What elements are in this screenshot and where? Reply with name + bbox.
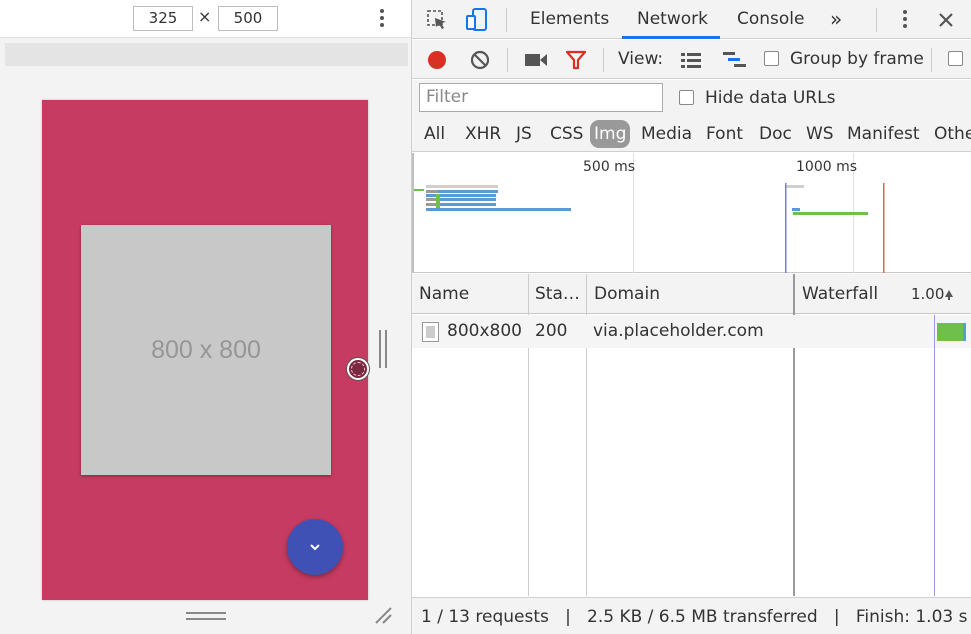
- placeholder-image-label: 800 x 800: [151, 335, 261, 364]
- type-filter-all[interactable]: All: [421, 120, 448, 148]
- filter-bar: Filter Hide data URLs All XHR JS CSS Img…: [412, 80, 971, 152]
- settings-menu-icon[interactable]: [897, 7, 913, 31]
- network-overview[interactable]: 500 ms 1000 ms: [412, 153, 971, 273]
- device-viewport[interactable]: 800 x 800: [42, 100, 368, 600]
- device-width-input[interactable]: 325: [133, 6, 193, 31]
- image-file-icon: [422, 322, 439, 342]
- media-query-bar[interactable]: [5, 43, 408, 66]
- resize-handle-bottom[interactable]: [186, 612, 226, 622]
- row-name: 800x800: [447, 321, 522, 341]
- device-height-input[interactable]: 500: [218, 6, 278, 31]
- more-tabs-icon[interactable]: »: [830, 0, 842, 39]
- separator: [931, 48, 932, 72]
- type-filter-manifest[interactable]: Manifest: [844, 120, 923, 148]
- tab-elements[interactable]: Elements: [530, 0, 609, 39]
- filter-icon[interactable]: [565, 49, 587, 71]
- list-view-icon[interactable]: [680, 50, 702, 70]
- fab-button[interactable]: [287, 519, 343, 575]
- separator: [603, 48, 604, 72]
- waterfall-scale-label: 1.00: [911, 285, 945, 303]
- waterfall-view-icon[interactable]: [722, 50, 748, 70]
- type-filter-font[interactable]: Font: [703, 120, 746, 148]
- record-icon[interactable]: [426, 49, 448, 71]
- separator: [506, 8, 507, 32]
- dimension-separator: ×: [198, 7, 212, 26]
- row-domain: via.placeholder.com: [593, 321, 764, 341]
- device-toolbar: 325 × 500: [0, 0, 411, 38]
- dom-content-loaded-line: [934, 315, 935, 596]
- table-row[interactable]: 800x800 200 via.placeholder.com: [412, 315, 971, 348]
- filter-input[interactable]: Filter: [419, 83, 663, 112]
- type-filter-img[interactable]: Img: [590, 120, 631, 148]
- type-filter-xhr[interactable]: XHR: [462, 120, 504, 148]
- column-header-waterfall[interactable]: Waterfall: [802, 274, 878, 314]
- table-header: Name Sta… Domain Waterfall 1.00: [412, 274, 971, 314]
- type-filter-ws[interactable]: WS: [803, 120, 837, 148]
- hide-data-urls-checkbox[interactable]: [679, 90, 694, 105]
- separator: [507, 48, 508, 72]
- placeholder-image: 800 x 800: [81, 225, 331, 475]
- touch-cursor-icon: [347, 358, 369, 380]
- tab-console[interactable]: Console: [737, 0, 805, 39]
- resize-handle-right[interactable]: [379, 330, 389, 370]
- group-by-frame-label: Group by frame: [790, 49, 924, 69]
- more-vertical-icon[interactable]: [374, 6, 390, 32]
- column-header-domain[interactable]: Domain: [594, 274, 660, 314]
- group-by-frame-checkbox[interactable]: [764, 51, 779, 66]
- chevron-down-icon: [310, 544, 320, 551]
- network-toolbar: View: Group by frame: [412, 40, 971, 79]
- type-filter-other[interactable]: Othe: [931, 120, 971, 148]
- sort-up-icon[interactable]: [944, 289, 954, 301]
- type-filter-js[interactable]: JS: [513, 120, 535, 148]
- devtools-tab-bar: Elements Network Console »: [412, 0, 971, 39]
- column-header-status[interactable]: Sta…: [535, 274, 580, 314]
- type-filter-doc[interactable]: Doc: [756, 120, 795, 148]
- row-status: 200: [535, 321, 568, 341]
- separator: [876, 8, 877, 32]
- tab-network[interactable]: Network: [637, 0, 708, 39]
- active-tab-indicator: [622, 36, 720, 39]
- overview-timeline: [412, 153, 885, 273]
- requests-table: Name Sta… Domain Waterfall 1.00 800x800 …: [412, 274, 971, 596]
- column-header-name[interactable]: Name: [419, 274, 469, 314]
- waterfall-bar: [937, 323, 966, 341]
- type-filter-css[interactable]: CSS: [547, 120, 586, 148]
- camera-icon[interactable]: [524, 50, 548, 70]
- close-icon[interactable]: [936, 10, 956, 30]
- devtools-panel: Elements Network Console » View: Group b…: [411, 0, 971, 634]
- type-filter-media[interactable]: Media: [638, 120, 695, 148]
- clear-icon[interactable]: [469, 49, 491, 71]
- view-label: View:: [618, 49, 664, 69]
- inspect-element-icon[interactable]: [426, 9, 448, 31]
- hide-data-urls-label: Hide data URLs: [705, 88, 836, 108]
- status-bar: 1 / 13 requests | 2.5 KB / 6.5 MB transf…: [412, 597, 971, 634]
- device-emulation-pane: 325 × 500 800 x 800: [0, 0, 411, 634]
- resize-corner-icon[interactable]: [372, 604, 394, 626]
- preserve-log-checkbox[interactable]: [948, 51, 963, 66]
- status-summary: 1 / 13 requests | 2.5 KB / 6.5 MB transf…: [421, 607, 971, 627]
- device-toggle-icon[interactable]: [464, 7, 490, 33]
